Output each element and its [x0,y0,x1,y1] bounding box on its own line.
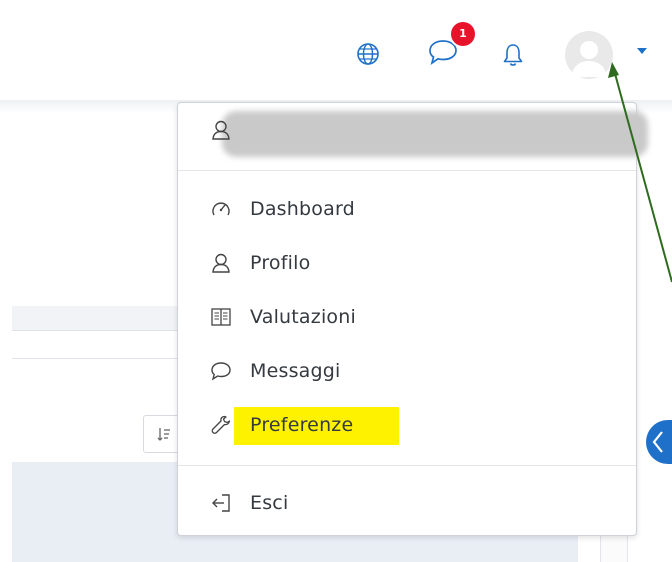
annotation-arrow-icon [608,62,672,283]
